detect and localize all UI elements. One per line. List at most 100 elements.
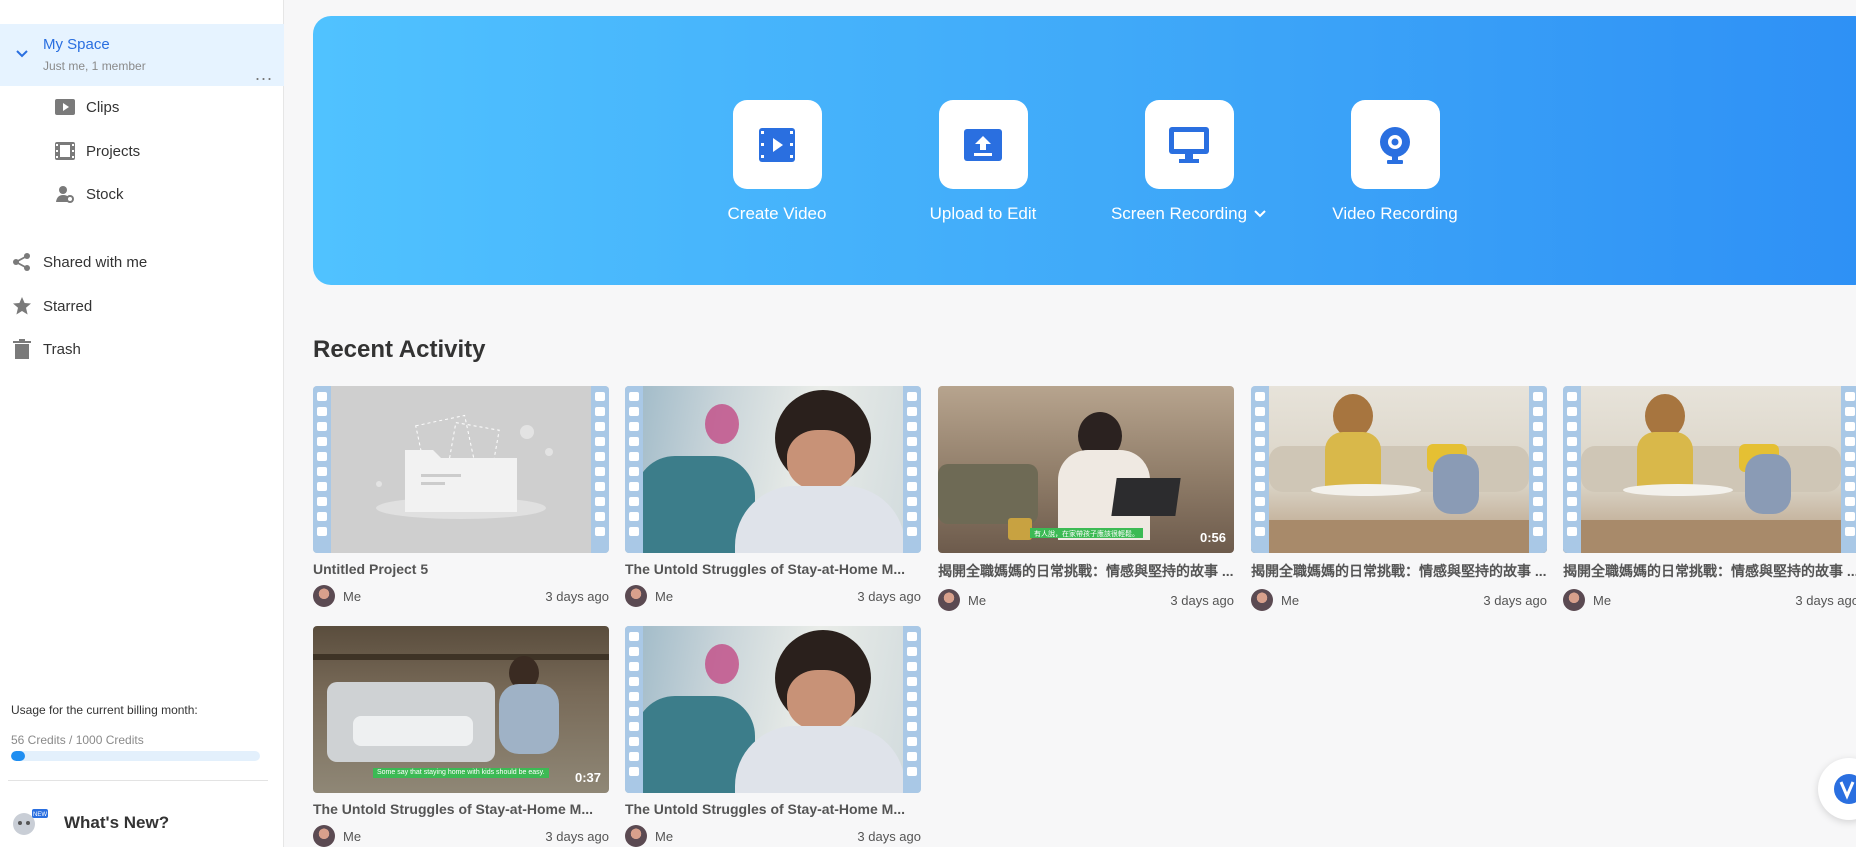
owner-name: Me (1281, 592, 1300, 608)
thumbnail[interactable] (1563, 386, 1856, 553)
thumbnail[interactable]: Some say that staying home with kids sho… (313, 626, 609, 793)
thumbnail[interactable] (1251, 386, 1547, 553)
usage-label: Usage for the current billing month: (11, 703, 198, 717)
recent-item-card[interactable]: Untitled Project 5 Me 3 days ago (313, 386, 609, 607)
sidebar-item-clips[interactable]: Clips (54, 92, 119, 122)
avatar (938, 589, 960, 611)
whats-new-button[interactable]: NEW What's New? (10, 808, 169, 838)
help-chat-button[interactable] (1818, 758, 1856, 820)
sidebar-item-label: Clips (86, 98, 120, 116)
sidebar-item-starred[interactable]: Starred (11, 291, 92, 321)
thumbnail[interactable] (625, 626, 921, 793)
more-options-icon[interactable]: ... (255, 65, 273, 83)
item-title[interactable]: The Untold Struggles of Stay-at-Home M..… (625, 561, 921, 577)
recent-item-card[interactable]: 有人說，在家帶孩子應該很輕鬆。 0:56 揭開全職媽媽的日常挑戰：情感與堅持的故事 … (938, 386, 1234, 611)
divider (8, 780, 268, 781)
item-meta: Me 3 days ago (313, 585, 609, 607)
modified-time: 3 days ago (545, 588, 609, 604)
sidebar-item-shared[interactable]: Shared with me (11, 247, 147, 277)
avatar (313, 825, 335, 847)
avatar (1563, 589, 1585, 611)
video-duration: 0:56 (1199, 530, 1226, 545)
recent-item-card[interactable]: 揭開全職媽媽的日常挑戰：情感與堅持的故事 ... Me 3 days ago (1251, 386, 1547, 611)
video-recording-label: Video Recording (1332, 204, 1458, 223)
monitor-icon (1169, 126, 1209, 163)
film-icon (54, 140, 76, 162)
usage-value: 56 Credits / 1000 Credits (11, 733, 144, 747)
sidebar-item-trash[interactable]: Trash (11, 334, 81, 364)
usage-progress-bar (11, 751, 260, 761)
film-play-icon (759, 127, 795, 162)
thumbnail[interactable] (313, 386, 609, 553)
sidebar-item-projects[interactable]: Projects (54, 136, 140, 166)
item-meta: Me 3 days ago (1563, 589, 1856, 611)
recent-item-card[interactable]: 揭開全職媽媽的日常挑戰：情感與堅持的故事 ... Me 3 days ago (1563, 386, 1856, 611)
upload-tile[interactable] (938, 100, 1028, 189)
screen-recording-button[interactable]: Screen Recording (1089, 100, 1289, 224)
owner-name: Me (968, 592, 987, 608)
quick-actions-banner: Create Video Upload to Edit Screen Recor… (313, 16, 1856, 285)
usage-progress-fill (11, 751, 25, 761)
recent-item-card[interactable]: The Untold Struggles of Stay-at-Home M..… (625, 386, 921, 607)
filmstrip-edge (313, 386, 331, 553)
item-title[interactable]: Untitled Project 5 (313, 561, 609, 577)
thumbnail[interactable]: 有人說，在家帶孩子應該很輕鬆。 0:56 (938, 386, 1234, 553)
modified-time: 3 days ago (1483, 592, 1547, 608)
recent-item-card[interactable]: The Untold Struggles of Stay-at-Home M..… (625, 626, 921, 847)
filmstrip-edge (903, 626, 921, 793)
item-title[interactable]: The Untold Struggles of Stay-at-Home M..… (625, 801, 921, 817)
filmstrip-edge (625, 386, 643, 553)
upload-to-edit-button[interactable]: Upload to Edit (883, 100, 1083, 224)
space-name[interactable]: My Space (43, 36, 110, 53)
subtitle-caption: 有人說，在家帶孩子應該很輕鬆。 (1030, 528, 1143, 538)
new-badge: NEW (33, 812, 47, 818)
play-icon (54, 96, 76, 118)
owner-name: Me (655, 588, 674, 604)
sidebar-item-label: Projects (86, 142, 141, 160)
modified-time: 3 days ago (545, 828, 609, 844)
item-title[interactable]: 揭開全職媽媽的日常挑戰：情感與堅持的故事 ... (1251, 561, 1547, 581)
avatar (625, 585, 647, 607)
owner-name: Me (1593, 592, 1612, 608)
upload-icon (964, 128, 1002, 161)
screen-recording-label[interactable]: Screen Recording (1089, 204, 1289, 224)
space-subtitle: Just me, 1 member (43, 59, 146, 73)
modified-time: 3 days ago (1795, 592, 1856, 608)
item-title[interactable]: 揭開全職媽媽的日常挑戰：情感與堅持的故事 ... (1563, 561, 1856, 581)
owner-name: Me (343, 588, 362, 604)
sidebar-item-stock[interactable]: Stock (54, 179, 124, 209)
screen-recording-tile[interactable] (1144, 100, 1234, 189)
upload-label: Upload to Edit (929, 204, 1037, 223)
modified-time: 3 days ago (857, 828, 921, 844)
avatar (1251, 589, 1273, 611)
filmstrip-edge (1563, 386, 1581, 553)
filmstrip-edge (903, 386, 921, 553)
video-recording-tile[interactable] (1350, 100, 1440, 189)
trash-icon (11, 338, 33, 360)
sidebar: My Space Just me, 1 member ... Clips Pro… (0, 0, 284, 847)
item-meta: Me 3 days ago (625, 585, 921, 607)
sidebar-item-label: Stock (86, 185, 124, 203)
chevron-down-icon[interactable] (14, 46, 30, 62)
item-title[interactable]: The Untold Struggles of Stay-at-Home M..… (313, 801, 609, 817)
filmstrip-edge (591, 386, 609, 553)
chevron-down-icon[interactable] (1253, 209, 1267, 219)
avatar (313, 585, 335, 607)
item-meta: Me 3 days ago (1251, 589, 1547, 611)
item-title[interactable]: 揭開全職媽媽的日常挑戰：情感與堅持的故事 ... (938, 561, 1234, 581)
create-video-button[interactable]: Create Video (677, 100, 877, 224)
sidebar-item-label: Trash (43, 340, 81, 358)
whats-new-label: What's New? (64, 813, 170, 832)
modified-time: 3 days ago (1170, 592, 1234, 608)
screen-recording-text: Screen Recording (1110, 204, 1248, 223)
robot-icon: NEW (13, 809, 48, 835)
space-header[interactable]: My Space Just me, 1 member ... (0, 24, 284, 86)
star-icon (11, 295, 33, 317)
video-recording-button[interactable]: Video Recording (1295, 100, 1495, 224)
create-video-tile[interactable] (732, 100, 822, 189)
item-meta: Me 3 days ago (313, 825, 609, 847)
thumbnail[interactable] (625, 386, 921, 553)
item-meta: Me 3 days ago (625, 825, 921, 847)
recent-item-card[interactable]: Some say that staying home with kids sho… (313, 626, 609, 847)
filmstrip-edge (625, 626, 643, 793)
